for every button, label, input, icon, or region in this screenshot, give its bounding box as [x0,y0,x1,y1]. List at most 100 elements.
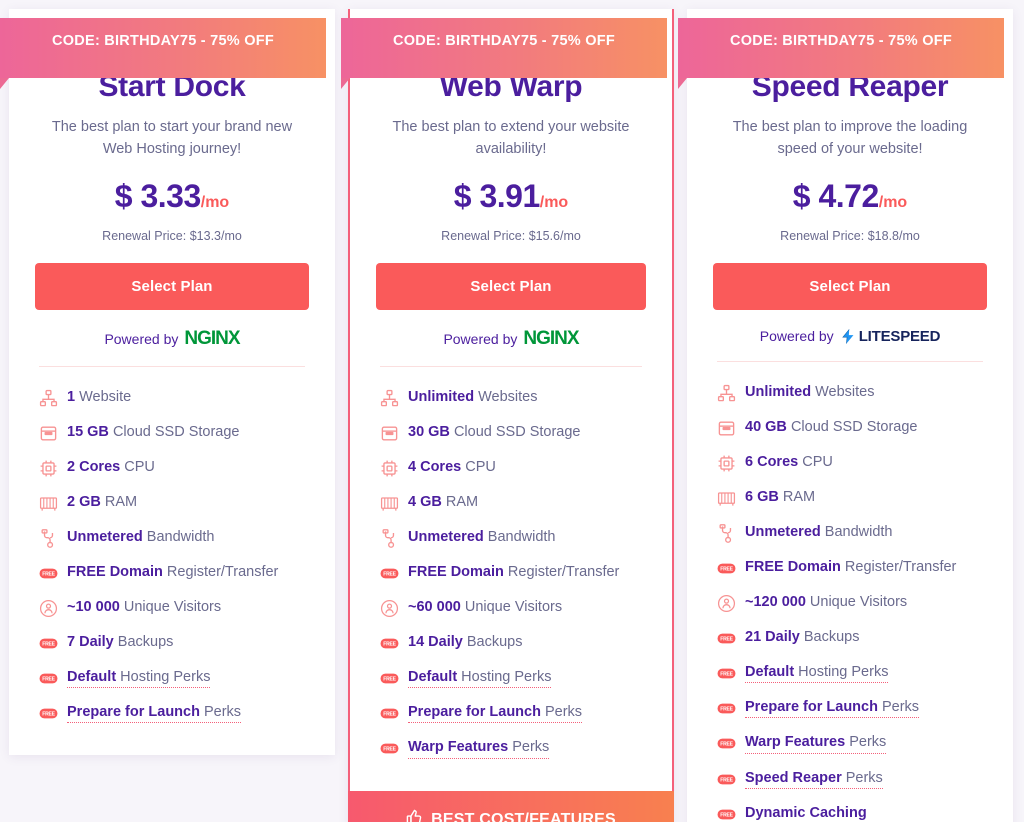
feature-item: FREE FREE Domain Register/Transfer [39,556,305,591]
promo-ribbon: CODE: BIRTHDAY75 - 75% OFF [0,18,326,89]
feature-rest: CPU [798,454,833,471]
feature-label: Speed Reaper Perks [745,769,883,790]
price-currency: $ [453,177,472,214]
visitors-icon [717,594,736,613]
feature-label: FREE Domain Register/Transfer [408,564,619,581]
feature-label: 30 GB Cloud SSD Storage [408,424,581,441]
free-badge-icon: FREE [380,739,399,758]
select-plan-button[interactable]: Select Plan [35,262,309,310]
feature-value: FREE Domain [67,564,163,581]
feature-label: Default Hosting Perks [745,663,889,683]
promo-ribbon: CODE: BIRTHDAY75 - 75% OFF [341,18,667,89]
feature-value: Prepare for Launch [408,703,541,720]
feature-item[interactable]: FREE Speed Reaper Perks [717,762,983,797]
feature-value: Unmetered [408,529,484,546]
feature-item: 30 GB Cloud SSD Storage [380,416,642,451]
feature-value: Prepare for Launch [745,698,878,715]
svg-text:FREE: FREE [383,747,396,753]
select-plan-button[interactable]: Select Plan [376,262,646,310]
feature-item[interactable]: FREE Warp Features Perks [380,731,642,766]
select-plan-button[interactable]: Select Plan [713,262,987,310]
feature-value: FREE Domain [745,559,841,576]
feature-value: 4 Cores [408,459,462,476]
feature-label: Warp Features Perks [408,739,550,759]
price-period: /mo [878,193,908,211]
feature-value: Default [745,663,795,680]
feature-value: Default [67,668,117,685]
feature-label: 4 GB RAM [408,494,478,511]
svg-text:FREE: FREE [383,641,396,647]
sitemap-icon [39,389,58,408]
feature-label: Dynamic Caching [745,805,867,822]
promo-ribbon: CODE: BIRTHDAY75 - 75% OFF [678,18,1004,89]
ssd-icon [717,419,736,438]
feature-item: FREE FREE Domain Register/Transfer [717,551,983,586]
feature-label: Unlimited Websites [745,384,874,401]
feature-item: 2 GB RAM [39,486,305,521]
feature-label: ~60 000 Unique Visitors [408,599,562,616]
feature-item[interactable]: FREE Prepare for Launch Perks [717,691,983,726]
cpu-icon [39,459,58,478]
feature-value: Speed Reaper [745,769,842,786]
feature-value: 4 GB [408,494,442,511]
promo-ribbon-label: CODE: BIRTHDAY75 - 75% OFF [730,33,952,49]
feature-rest: Perks [540,703,583,720]
plan-description: The best plan to improve the loading spe… [732,119,968,157]
plan-description: The best plan to start your brand new We… [51,119,293,157]
feature-item[interactable]: FREE Prepare for Launch Perks [39,696,305,731]
svg-text:FREE: FREE [720,707,733,713]
feature-value: Prepare for Launch [67,703,200,720]
feature-rest: Perks [845,734,887,751]
feature-rest: Register/Transfer [162,564,279,581]
feature-item: ~120 000 Unique Visitors [717,586,983,621]
svg-text:FREE: FREE [383,571,396,577]
feature-label: 2 GB RAM [67,494,137,511]
bandwidth-icon [380,528,399,548]
feature-rest: Websites [811,384,875,401]
feature-value: ~10 000 [67,599,120,616]
litespeed-logo: LITESPEED [840,328,940,345]
feature-label: 4 Cores CPU [408,459,496,476]
feature-value: Unlimited [745,384,812,401]
feature-rest: Hosting Perks [116,668,211,685]
feature-item[interactable]: FREE Dynamic Caching [717,797,983,822]
feature-value: 6 Cores [745,454,799,471]
pricing-plans-grid: CODE: BIRTHDAY75 - 75% OFF Start Dock The … [0,0,1024,822]
powered-by-label: Powered by [443,330,518,347]
feature-label: 40 GB Cloud SSD Storage [745,419,918,436]
free-badge-icon: FREE [39,704,58,723]
svg-text:FREE: FREE [42,641,55,647]
best-cost-features-banner: BEST COST/FEATURES [348,790,674,822]
feature-label: 15 GB Cloud SSD Storage [67,424,240,441]
feature-rest: Cloud SSD Storage [786,419,918,436]
feature-item: Unmetered Bandwidth [717,516,983,551]
litespeed-bolt-icon [840,328,857,345]
feature-value: 14 Daily [408,634,463,651]
feature-item[interactable]: FREE Prepare for Launch Perks [380,696,642,731]
plan-card-web-warp: CODE: BIRTHDAY75 - 75% OFF Web Warp The be… [341,9,674,822]
feature-value: 7 Daily [67,634,114,651]
visitors-icon [39,599,58,618]
price-amount: 4.72 [810,177,879,214]
feature-item: 6 GB RAM [717,481,983,516]
feature-label: 14 Daily Backups [408,634,522,651]
feature-item[interactable]: FREE Default Hosting Perks [717,656,983,691]
feature-item[interactable]: FREE Default Hosting Perks [380,661,642,696]
feature-value: Dynamic Caching [745,805,867,822]
free-badge-icon: FREE [717,559,736,578]
feature-rest: Perks [877,698,920,715]
feature-item: Unlimited Websites [717,376,983,411]
feature-value: Unlimited [408,389,475,406]
feature-label: ~10 000 Unique Visitors [67,599,221,616]
feature-rest: Bandwidth [142,529,215,546]
free-badge-icon: FREE [717,629,736,648]
feature-value: 40 GB [745,419,787,436]
svg-text:FREE: FREE [720,671,733,677]
price-period: /mo [539,193,569,211]
feature-item[interactable]: FREE Default Hosting Perks [39,661,305,696]
feature-item[interactable]: FREE Warp Features Perks [717,726,983,761]
feature-rest: Register/Transfer [503,564,620,581]
svg-text:FREE: FREE [42,676,55,682]
powered-by: Powered by LITESPEED [713,328,987,345]
free-badge-icon: FREE [717,734,736,753]
